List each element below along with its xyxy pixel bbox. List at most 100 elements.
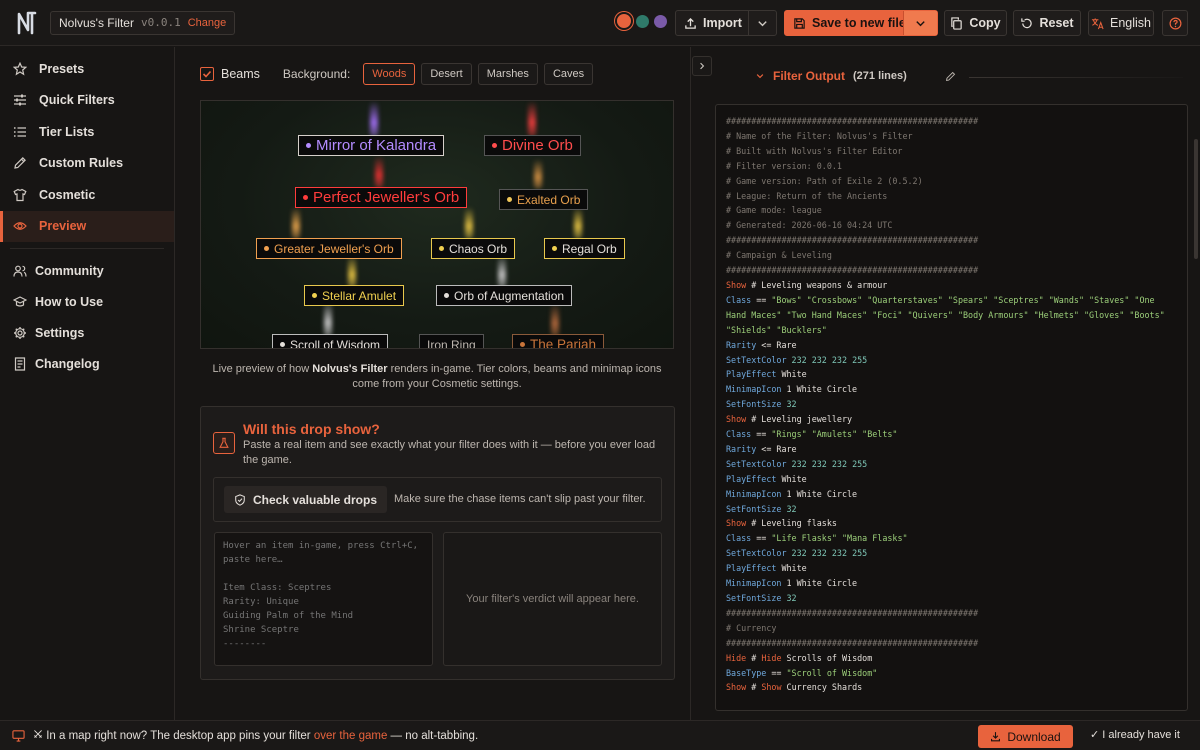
star-icon [13, 61, 27, 76]
desktop-app-banner: In a map right now? The desktop app pins… [0, 720, 1200, 750]
beam-exalted [534, 159, 542, 189]
graduation-cap-icon [13, 295, 27, 307]
check-valuable-label: Check valuable drops [252, 492, 378, 507]
save-label: Save to new file [812, 16, 906, 30]
beam-perfect-jeweller [375, 156, 383, 188]
background-label: Background: [282, 67, 351, 81]
theme-teal-dot[interactable] [636, 14, 649, 28]
sidebar-item-tier-lists[interactable]: Tier Lists [0, 116, 174, 148]
language-label: English [1110, 16, 1151, 30]
filter-selector[interactable]: Nolvus's Filter v0.0.1 Change [50, 10, 236, 35]
save-icon [794, 17, 805, 29]
code-line: PlayEffect White [726, 563, 807, 574]
import-dropdown-toggle[interactable] [748, 11, 776, 35]
code-line: Show # Leveling jewellery [726, 414, 853, 425]
item-name: The Pariah [530, 337, 597, 349]
background-caves-button[interactable]: Caves [543, 63, 594, 85]
theme-purple-dot[interactable] [654, 14, 667, 28]
beam-stellar [348, 255, 356, 288]
filter-output-title: Filter Output [773, 69, 845, 83]
sidebar-item-preview[interactable]: Preview [0, 210, 174, 242]
code-line: ########################################… [726, 235, 979, 246]
filter-output-toggle[interactable]: Filter Output (271 lines) [755, 69, 907, 83]
preview-panel: Beams Background: Woods Desert Marshes C… [176, 47, 690, 720]
verdict-output: Your filter's verdict will appear here. [443, 532, 662, 666]
code-line: MinimapIcon 1 White Circle [726, 488, 858, 499]
sidebar-item-quick-filters[interactable]: Quick Filters [0, 85, 174, 117]
gear-icon [14, 326, 26, 339]
code-line: Class == "Rings" "Amulets" "Belts" [726, 429, 898, 440]
item-name: Greater Jeweller's Orb [274, 241, 394, 256]
filter-name: Nolvus's Filter [59, 15, 134, 30]
banner-text-accent[interactable]: over the game [314, 730, 388, 742]
already-have-it-button[interactable]: ✓ I already have it [1090, 728, 1180, 741]
sidebar-item-custom-rules[interactable]: Custom Rules [0, 148, 174, 180]
code-line: Class == "Bows" "Crossbows" "Quarterstav… [726, 294, 1170, 335]
code-line: SetFontSize 32 [726, 503, 797, 514]
code-line: Show # Show Currency Shards [726, 682, 863, 693]
code-line: SetFontSize 32 [726, 593, 797, 603]
save-dropdown-toggle[interactable] [903, 11, 937, 35]
check-valuable-drops-button[interactable]: Check valuable drops [224, 486, 387, 513]
item-label-greater-jeweller-s-orb: Greater Jeweller's Orb [256, 238, 402, 259]
beam-augmentation [498, 255, 506, 288]
reset-button[interactable]: Reset [1013, 10, 1081, 36]
sidebar-item-settings[interactable]: Settings [0, 317, 174, 348]
output-scrollbar[interactable] [1194, 139, 1198, 259]
flask-icon [213, 432, 235, 454]
code-line: # Built with Nolvus's Filter Editor [726, 145, 903, 156]
help-button[interactable] [1162, 10, 1188, 36]
sidebar-item-cosmetic[interactable]: Cosmetic [0, 179, 174, 211]
code-line: Show # Leveling flasks [726, 518, 837, 529]
beams-label: Beams [221, 67, 260, 81]
code-line: SetFontSize 32 [726, 399, 797, 410]
code-line: ########################################… [726, 265, 979, 276]
minimap-bullet-icon [306, 143, 311, 148]
minimap-bullet-icon [507, 197, 512, 202]
item-paste-input[interactable] [214, 532, 433, 666]
banner-text: In a map right now? The desktop app pins… [33, 729, 478, 742]
sidebar-divider [10, 248, 164, 249]
background-desert-button[interactable]: Desert [421, 63, 472, 85]
code-line: MinimapIcon 1 White Circle [726, 578, 858, 589]
item-name: Iron Ring [427, 337, 476, 349]
collapse-panel-button[interactable] [692, 56, 712, 76]
list-icon [13, 126, 26, 137]
change-filter-link[interactable]: Change [188, 17, 227, 29]
item-name: Chaos Orb [449, 241, 508, 256]
beam-wisdom [324, 301, 332, 337]
sidebar-item-community[interactable]: Community [0, 255, 174, 286]
background-woods-button[interactable]: Woods [363, 63, 416, 85]
item-label-divine-orb: Divine Orb [484, 135, 581, 156]
chevron-right-icon [700, 62, 705, 70]
check-icon [202, 70, 212, 78]
beam-divine [528, 101, 536, 137]
code-line: BaseType == "Scroll of Wisdom" [726, 667, 878, 678]
beam-regal [574, 207, 582, 239]
theme-orange-dot[interactable] [617, 14, 631, 28]
copy-button[interactable]: Copy [944, 10, 1007, 36]
sidebar-item-how-to-use[interactable]: How to Use [0, 286, 174, 317]
filter-code-view[interactable]: ########################################… [715, 104, 1188, 711]
save-to-new-file-button[interactable]: Save to new file [784, 10, 938, 36]
beams-checkbox[interactable] [200, 67, 214, 81]
copy-label: Copy [969, 16, 1001, 30]
preview-caption: Live preview of how Nolvus's Filter rend… [200, 362, 674, 392]
item-label-exalted-orb: Exalted Orb [499, 189, 589, 210]
monitor-icon [12, 730, 25, 742]
sidebar-item-presets[interactable]: Presets [0, 53, 174, 85]
app-logo[interactable] [16, 10, 38, 36]
banner-text-post: — no alt-tabbing. [387, 730, 479, 742]
check-valuable-row: Check valuable drops Make sure the chase… [213, 477, 662, 522]
download-button[interactable]: Download [978, 725, 1073, 748]
item-name: Mirror of Kalandra [316, 137, 437, 154]
minimap-bullet-icon [444, 293, 449, 298]
sidebar-item-label: Preview [39, 219, 87, 234]
edit-output-button[interactable] [945, 70, 956, 85]
import-button[interactable]: Import [675, 10, 777, 36]
background-marshes-button[interactable]: Marshes [477, 63, 538, 85]
users-icon [13, 265, 27, 277]
language-selector[interactable]: English [1088, 10, 1154, 36]
sidebar-item-changelog[interactable]: Changelog [0, 348, 174, 379]
item-label-chaos-orb: Chaos Orb [431, 238, 516, 259]
